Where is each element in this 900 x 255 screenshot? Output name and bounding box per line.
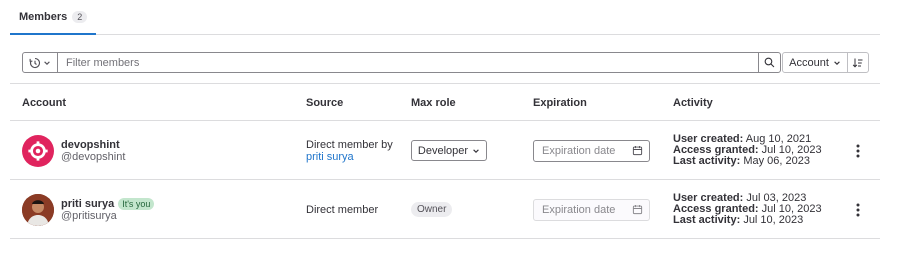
expiration-date-input — [542, 203, 630, 216]
tab-members[interactable]: Members 2 — [10, 0, 97, 35]
expiration-cell — [533, 180, 650, 239]
sort-label: Account — [789, 56, 829, 69]
kebab-icon — [856, 203, 860, 216]
column-header-source: Source — [306, 96, 344, 109]
search-history-button[interactable] — [23, 53, 58, 72]
column-header-expiration: Expiration — [533, 96, 587, 109]
chevron-down-icon — [834, 60, 840, 65]
column-header-account[interactable]: Account — [22, 84, 66, 121]
source-cell: Direct member — [306, 180, 378, 239]
role-badge: Owner — [411, 202, 453, 217]
source-text: Direct member by — [306, 138, 393, 151]
filter-box — [22, 52, 781, 73]
table-row: priti surya It's you @pritisurya Direct m… — [10, 180, 880, 239]
role-dropdown-label: Developer — [417, 144, 469, 157]
column-header-max-role[interactable]: Max role — [411, 84, 456, 121]
account-cell: priti surya It's you @pritisurya — [22, 180, 155, 239]
source-cell: Direct member by priti surya — [306, 121, 393, 180]
filter-bar: Account — [10, 42, 880, 84]
table-row: devopshint @devopshint Direct member by … — [10, 121, 880, 180]
its-you-badge: It's you — [118, 197, 155, 210]
search-button[interactable] — [758, 53, 780, 72]
column-header-activity: Activity — [673, 96, 713, 109]
member-username: @pritisurya — [61, 209, 117, 222]
last-activity: Last activity: May 06, 2023 — [673, 155, 810, 167]
source-user-link[interactable]: priti surya — [306, 151, 393, 163]
tab-members-count: 2 — [72, 10, 88, 23]
source-text: Direct member — [306, 203, 379, 216]
more-actions-button[interactable] — [848, 141, 868, 161]
member-username: @devopshint — [61, 150, 126, 163]
calendar-icon — [632, 146, 643, 156]
role-cell: Developer — [411, 121, 487, 180]
expiration-date-field[interactable] — [533, 139, 650, 162]
role-cell: Owner — [411, 180, 453, 239]
expiration-cell — [533, 121, 650, 180]
more-actions-button[interactable] — [848, 200, 868, 220]
activity-cell: User created: Aug 10, 2021 Access grante… — [673, 121, 822, 180]
avatar[interactable] — [22, 134, 54, 167]
tab-members-label: Members — [19, 10, 68, 23]
user-photo-icon — [22, 193, 54, 226]
member-name[interactable]: priti surya — [61, 198, 114, 210]
sort-direction-button[interactable] — [847, 52, 869, 73]
member-name-line: priti surya It's you — [61, 197, 155, 210]
chevron-down-icon — [473, 148, 479, 153]
actions-cell — [848, 180, 868, 239]
sort-direction-icon — [852, 58, 863, 67]
gear-logo-icon — [28, 140, 48, 161]
role-dropdown[interactable]: Developer — [411, 140, 487, 161]
last-activity: Last activity: Jul 10, 2023 — [673, 214, 804, 226]
member-name[interactable]: devopshint — [61, 139, 125, 151]
account-cell: devopshint @devopshint — [22, 121, 125, 180]
expiration-date-input[interactable] — [542, 144, 630, 157]
actions-cell — [848, 121, 868, 180]
kebab-icon — [856, 144, 860, 157]
history-icon — [29, 57, 41, 68]
activity-cell: User created: Jul 03, 2023 Access grante… — [673, 180, 822, 239]
chevron-down-icon — [44, 60, 50, 65]
calendar-icon — [632, 205, 643, 215]
sort-dropdown[interactable]: Account — [782, 52, 848, 73]
avatar[interactable] — [22, 193, 54, 226]
filter-members-input[interactable] — [58, 53, 758, 72]
expiration-date-field — [533, 198, 650, 221]
table-header: Account Source Max role Expiration Activ… — [10, 84, 880, 121]
members-tabs: Members 2 — [10, 0, 880, 35]
members-table: Account Source Max role Expiration Activ… — [10, 84, 880, 239]
search-icon — [764, 57, 775, 68]
